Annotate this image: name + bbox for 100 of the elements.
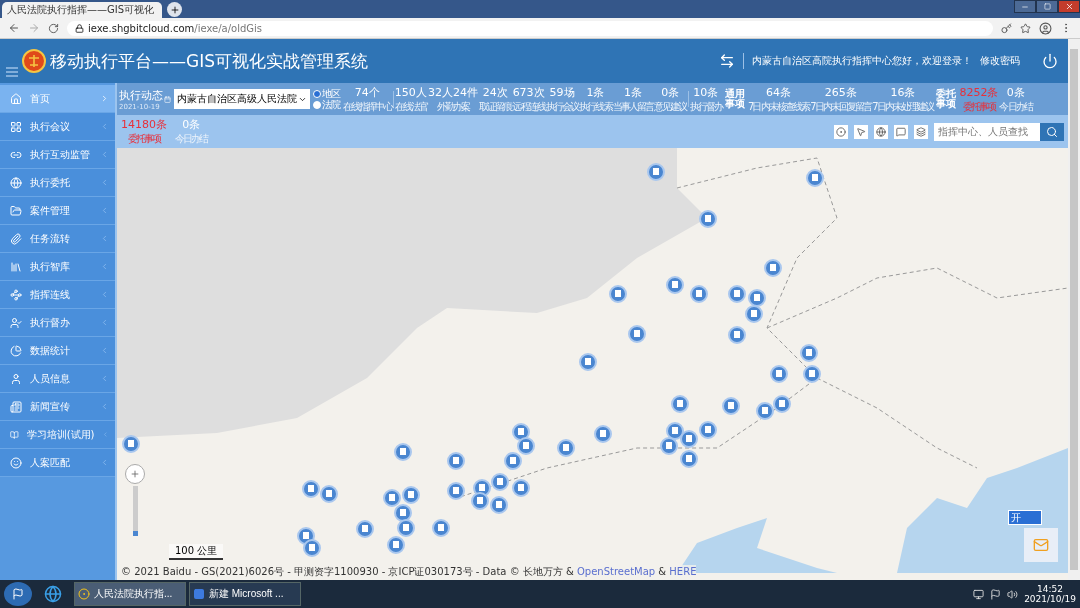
map-marker-icon[interactable] xyxy=(471,492,489,510)
flag-icon[interactable] xyxy=(990,588,1002,600)
map-marker-icon[interactable] xyxy=(512,479,530,497)
map-marker-icon[interactable] xyxy=(728,326,746,344)
select-tool-button[interactable] xyxy=(854,124,868,139)
radio-option[interactable]: 法院 xyxy=(313,99,340,110)
map-marker-icon[interactable] xyxy=(728,285,746,303)
map-marker-icon[interactable] xyxy=(447,452,465,470)
map-marker-icon[interactable] xyxy=(764,259,782,277)
sidebar-item[interactable]: 执行委托 xyxy=(0,169,115,197)
map-marker-icon[interactable] xyxy=(671,395,689,413)
map-marker-icon[interactable] xyxy=(302,480,320,498)
map-marker-icon[interactable] xyxy=(432,519,450,537)
map-marker-icon[interactable] xyxy=(504,452,522,470)
sidebar-item[interactable]: 执行督办 xyxy=(0,309,115,337)
network-icon[interactable] xyxy=(973,588,985,600)
start-button[interactable] xyxy=(4,582,32,606)
minimize-button[interactable] xyxy=(1014,0,1036,13)
map-marker-icon[interactable] xyxy=(122,435,140,453)
map-marker-icon[interactable] xyxy=(666,276,684,294)
map-marker-icon[interactable] xyxy=(680,430,698,448)
map-marker-icon[interactable] xyxy=(722,397,740,415)
search-field[interactable]: 指挥中心、人员查找 xyxy=(934,122,1040,141)
sidebar-item[interactable]: 任务流转 xyxy=(0,225,115,253)
map-marker-icon[interactable] xyxy=(770,365,788,383)
map-marker-icon[interactable] xyxy=(397,519,415,537)
map-marker-icon[interactable] xyxy=(690,285,708,303)
pan-control[interactable] xyxy=(125,464,145,484)
map-marker-icon[interactable] xyxy=(303,539,321,557)
sidebar-item[interactable]: 人案匹配 xyxy=(0,449,115,477)
star-icon[interactable] xyxy=(1020,22,1031,34)
map-marker-icon[interactable] xyxy=(660,437,678,455)
osm-link[interactable]: OpenStreetMap xyxy=(577,566,656,577)
map-marker-icon[interactable] xyxy=(490,496,508,514)
map-marker-icon[interactable] xyxy=(579,353,597,371)
map-marker-icon[interactable] xyxy=(394,504,412,522)
restore-button[interactable] xyxy=(1036,0,1058,13)
power-icon[interactable] xyxy=(1042,53,1058,69)
map-marker-icon[interactable] xyxy=(800,344,818,362)
menu-icon[interactable] xyxy=(6,67,18,77)
map-marker-icon[interactable] xyxy=(402,486,420,504)
close-button[interactable] xyxy=(1058,0,1080,13)
sidebar-item[interactable]: 执行会议 xyxy=(0,113,115,141)
map-marker-icon[interactable] xyxy=(491,473,509,491)
map-marker-icon[interactable] xyxy=(756,402,774,420)
map-marker-icon[interactable] xyxy=(517,437,535,455)
key-icon[interactable] xyxy=(1001,22,1012,34)
new-tab-button[interactable] xyxy=(167,2,182,17)
map-marker-icon[interactable] xyxy=(806,169,824,187)
map-marker-icon[interactable] xyxy=(320,485,338,503)
map-marker-icon[interactable] xyxy=(609,285,627,303)
location-tool-button[interactable] xyxy=(834,124,848,139)
map-marker-icon[interactable] xyxy=(748,289,766,307)
scrollbar[interactable] xyxy=(1068,39,1080,580)
volume-icon[interactable] xyxy=(1007,588,1019,600)
map-marker-icon[interactable] xyxy=(512,423,530,441)
court-dropdown[interactable]: 内蒙古自治区高级人民法院 xyxy=(174,89,310,109)
sidebar-item[interactable]: 首页 xyxy=(0,85,115,113)
sidebar-item[interactable]: 学习培训(试用) xyxy=(0,421,115,449)
search-button[interactable] xyxy=(1040,122,1064,141)
sidebar-item[interactable]: 执行智库 xyxy=(0,253,115,281)
layers-tool-button[interactable] xyxy=(914,124,928,139)
map-marker-icon[interactable] xyxy=(647,163,665,181)
back-icon[interactable] xyxy=(8,22,20,34)
taskbar-button[interactable]: 新建 Microsoft ... xyxy=(189,582,301,606)
radio-option[interactable]: 地区 xyxy=(313,88,340,99)
here-link[interactable]: HERE xyxy=(669,566,697,577)
sidebar-item[interactable]: 指挥连线 xyxy=(0,281,115,309)
map-marker-icon[interactable] xyxy=(773,395,791,413)
sidebar-item[interactable]: 案件管理 xyxy=(0,197,115,225)
profile-icon[interactable] xyxy=(1039,21,1052,35)
map-marker-icon[interactable] xyxy=(394,443,412,461)
map-marker-icon[interactable] xyxy=(680,450,698,468)
map-marker-icon[interactable] xyxy=(594,425,612,443)
taskbar-button[interactable]: 人民法院执行指... xyxy=(74,582,186,606)
map-marker-icon[interactable] xyxy=(666,422,684,440)
map-marker-icon[interactable] xyxy=(699,210,717,228)
sidebar-item[interactable]: 数据统计 xyxy=(0,337,115,365)
map-marker-icon[interactable] xyxy=(699,421,717,439)
address-field[interactable]: iexe.shgbitcloud.com/iexe/a/oldGis xyxy=(67,20,993,36)
swap-icon[interactable] xyxy=(719,53,735,69)
zoom-slider[interactable] xyxy=(132,486,138,536)
change-password-link[interactable]: 修改密码 xyxy=(980,54,1020,68)
map-marker-icon[interactable] xyxy=(356,520,374,538)
map-marker-icon[interactable] xyxy=(447,482,465,500)
map-marker-icon[interactable] xyxy=(383,489,401,507)
globe-tool-button[interactable] xyxy=(874,124,888,139)
message-tool-button[interactable] xyxy=(894,124,908,139)
sidebar-item[interactable]: 新闻宣传 xyxy=(0,393,115,421)
toggle-button[interactable]: 开 xyxy=(1008,510,1042,525)
map-marker-icon[interactable] xyxy=(745,305,763,323)
sidebar-item[interactable]: 执行互动监管 xyxy=(0,141,115,169)
map-marker-icon[interactable] xyxy=(803,365,821,383)
clock[interactable]: 14:52 2021/10/19 xyxy=(1024,584,1076,604)
calendar-icon[interactable] xyxy=(164,95,171,103)
map-marker-icon[interactable] xyxy=(387,536,405,554)
reload-icon[interactable] xyxy=(48,22,59,34)
sidebar-item[interactable]: 人员信息 xyxy=(0,365,115,393)
map-marker-icon[interactable] xyxy=(628,325,646,343)
browser-tab[interactable]: 人民法院执行指挥——GIS可视化 xyxy=(2,2,162,18)
